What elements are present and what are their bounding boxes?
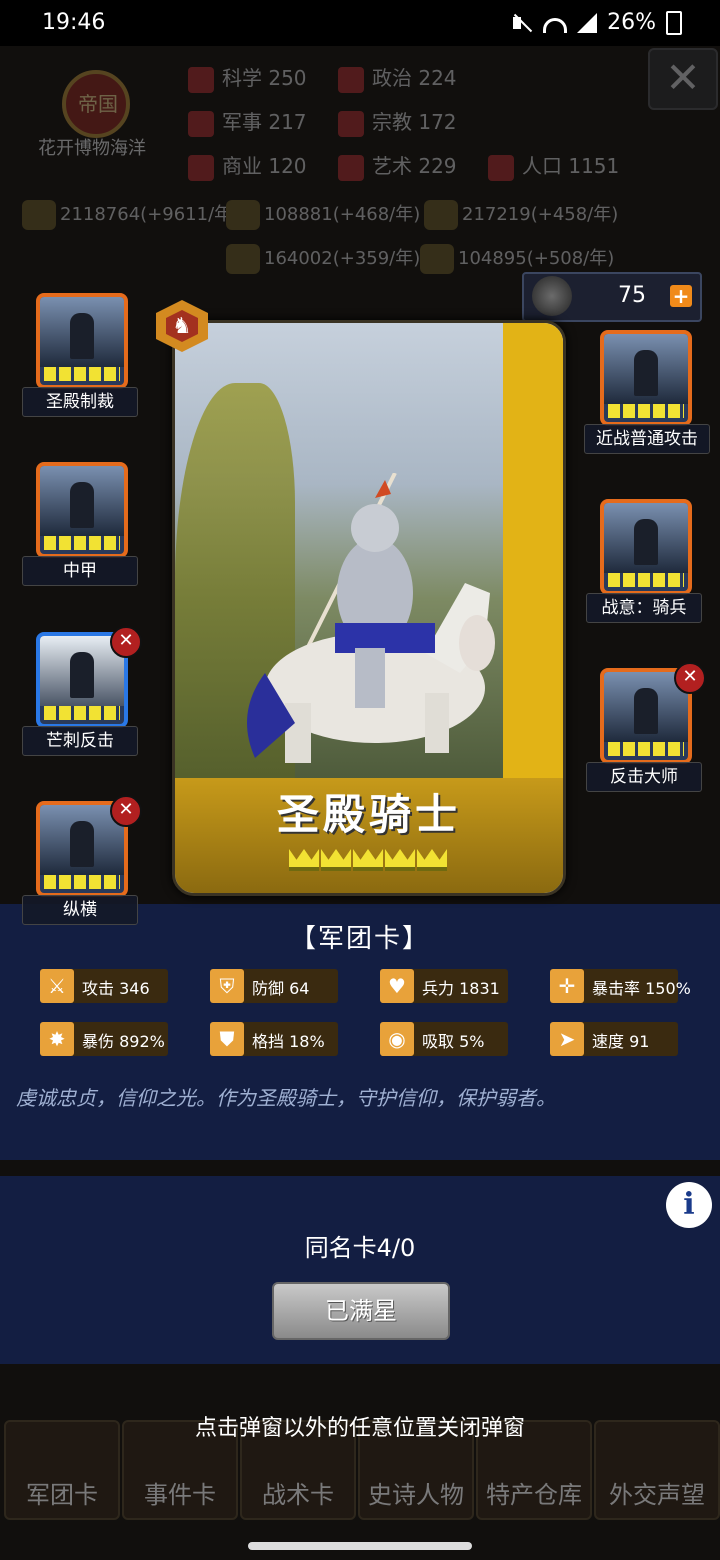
status-bar: 19:46 26% bbox=[0, 0, 720, 46]
knight-on-horse-illustration bbox=[247, 473, 495, 763]
skill-label: 战意：骑兵 bbox=[586, 593, 702, 623]
resource-food: 104895(+508/年) bbox=[420, 244, 614, 274]
shield-icon: ⛨ bbox=[210, 969, 244, 1003]
commerce-icon bbox=[188, 154, 214, 181]
crown-emblem-icon bbox=[532, 276, 572, 316]
gold-icon bbox=[22, 200, 56, 230]
crown-count: 75 bbox=[618, 283, 646, 308]
stat-crit-damage: ✸ 暴伤 892% bbox=[40, 1022, 168, 1056]
empire-emblem: 帝国 花开博物海洋 bbox=[22, 60, 162, 160]
crown-icon bbox=[353, 841, 383, 871]
politics-icon bbox=[338, 66, 364, 93]
food-icon bbox=[420, 244, 454, 274]
skill-label: 近战普通攻击 bbox=[584, 424, 710, 454]
stat-commerce: 商业 120 bbox=[188, 150, 307, 181]
resource-gold: 2118764(+9611/年 bbox=[22, 200, 232, 230]
card-star-rating bbox=[289, 841, 449, 875]
close-hint: 点击弹窗以外的任意位置关闭弹窗 bbox=[194, 1416, 525, 1441]
stat-science: 科学 250 bbox=[188, 62, 307, 93]
status-time: 19:46 bbox=[42, 10, 106, 35]
sword-icon: ⚔ bbox=[40, 969, 74, 1003]
wifi-icon bbox=[543, 18, 568, 33]
art-icon bbox=[338, 154, 364, 181]
stone-icon bbox=[226, 244, 260, 274]
mute-icon bbox=[511, 12, 533, 34]
duplicate-count: 同名卡4/0 bbox=[304, 1234, 416, 1262]
skill-label: 中甲 bbox=[22, 556, 138, 586]
skill-label: 圣殿制裁 bbox=[22, 387, 138, 417]
stat-population: 人口 1151 bbox=[488, 150, 619, 181]
crosshair-icon: ✛ bbox=[550, 969, 584, 1003]
iron-icon bbox=[424, 200, 458, 230]
crown-icon bbox=[417, 841, 447, 871]
remove-skill-icon[interactable]: ✕ bbox=[674, 662, 706, 694]
card-title: 圣殿骑士 bbox=[276, 790, 461, 839]
battery-icon bbox=[666, 10, 682, 35]
crown-icon bbox=[385, 841, 415, 871]
drain-icon: ◉ bbox=[380, 1022, 414, 1056]
boot-icon: ➤ bbox=[550, 1022, 584, 1056]
burst-icon: ✸ bbox=[40, 1022, 74, 1056]
stat-troops: ♥ 兵力 1831 bbox=[380, 969, 508, 1003]
stat-politics: 政治 224 bbox=[338, 62, 457, 93]
battery-percent: 26% bbox=[607, 10, 656, 35]
wood-icon bbox=[226, 200, 260, 230]
crown-counter: 75 + bbox=[522, 272, 702, 322]
population-icon bbox=[488, 154, 514, 181]
military-icon bbox=[188, 110, 214, 137]
crown-icon bbox=[321, 841, 351, 871]
info-icon[interactable]: i bbox=[666, 1182, 712, 1228]
stat-block: ⛊ 格挡 18% bbox=[210, 1022, 338, 1056]
remove-skill-icon[interactable]: ✕ bbox=[110, 626, 142, 658]
skill-label: 反击大师 bbox=[586, 762, 702, 792]
legion-card: 圣殿骑士 bbox=[172, 320, 566, 896]
resource-wood: 108881(+468/年) bbox=[226, 200, 420, 230]
empire-name: 花开博物海洋 bbox=[38, 138, 146, 159]
skill-label: 芒刺反击 bbox=[22, 726, 138, 756]
remove-skill-icon[interactable]: ✕ bbox=[110, 795, 142, 827]
card-description: 虔诚忠贞，信仰之光。作为圣殿骑士，守护信仰，保护弱者。 bbox=[16, 1086, 556, 1110]
stat-art: 艺术 229 bbox=[338, 150, 457, 181]
stat-attack: ⚔ 攻击 346 bbox=[40, 969, 168, 1003]
heart-icon: ♥ bbox=[380, 969, 414, 1003]
stat-religion: 宗教 172 bbox=[338, 106, 457, 137]
science-icon bbox=[188, 66, 214, 93]
close-icon[interactable]: ✕ bbox=[648, 48, 718, 110]
religion-icon bbox=[338, 110, 364, 137]
resource-iron: 217219(+458/年) bbox=[424, 200, 618, 230]
resource-stone: 164002(+359/年) bbox=[226, 244, 420, 274]
add-crown-button[interactable]: + bbox=[670, 285, 692, 307]
panel-title: 【军团卡】 bbox=[289, 924, 430, 954]
chess-knight-icon: ♞ bbox=[172, 314, 192, 339]
home-indicator[interactable] bbox=[248, 1542, 472, 1550]
block-shield-icon: ⛊ bbox=[210, 1022, 244, 1056]
max-star-button[interactable]: 已满星 bbox=[272, 1282, 450, 1340]
card-artwork bbox=[175, 323, 563, 783]
empire-badge-text: 帝国 bbox=[78, 92, 118, 116]
cavalry-class-badge: ♞ bbox=[148, 298, 216, 360]
signal-icon bbox=[577, 12, 598, 33]
stat-crit-rate: ✛ 暴击率 150% bbox=[550, 969, 691, 1003]
stat-defense: ⛨ 防御 64 bbox=[210, 969, 338, 1003]
crown-icon bbox=[289, 841, 319, 871]
stat-lifesteal: ◉ 吸取 5% bbox=[380, 1022, 508, 1056]
stat-military: 军事 217 bbox=[188, 106, 307, 137]
stat-speed: ➤ 速度 91 bbox=[550, 1022, 678, 1056]
